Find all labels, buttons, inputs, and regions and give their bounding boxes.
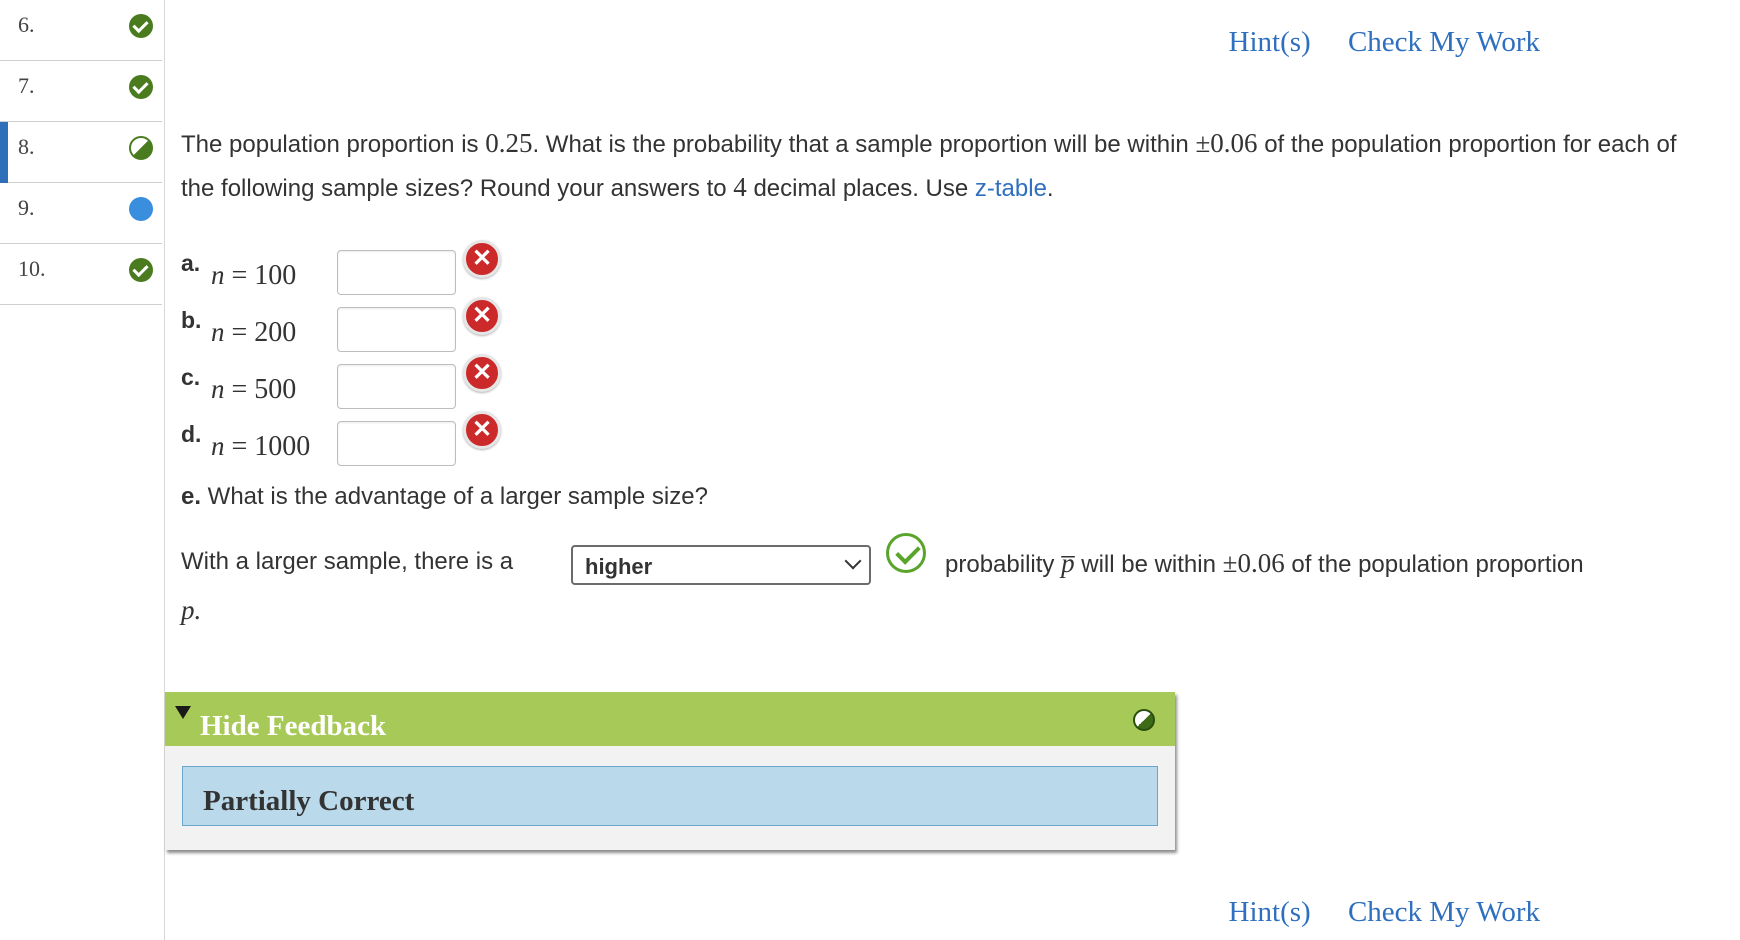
sample-size: = 100	[224, 260, 297, 291]
question-number: 10.	[18, 256, 46, 281]
margin-value: ±0.06	[1195, 128, 1258, 158]
incorrect-x-icon: ✕	[463, 240, 501, 278]
nav-item-10[interactable]: 10.	[0, 244, 162, 305]
nav-item-8[interactable]: 8.	[0, 122, 162, 183]
sentence-text: probability	[945, 551, 1062, 578]
nav-item-7[interactable]: 7.	[0, 61, 162, 122]
chevron-down-icon	[844, 552, 862, 570]
sample-size-equation: n = 500	[211, 374, 296, 406]
sample-size: = 500	[224, 374, 297, 405]
sample-size-equation: n = 100	[211, 260, 296, 292]
correct-check-icon	[129, 75, 153, 99]
sentence-text: will be within	[1074, 551, 1223, 578]
answer-input-b[interactable]	[337, 307, 456, 352]
incorrect-x-icon: ✕	[463, 411, 501, 449]
prompt-text: The population proportion is	[181, 131, 486, 158]
part-c: c. n = 500 ✕	[181, 354, 521, 410]
feedback-result: Partially Correct	[203, 785, 415, 817]
prompt-text: . What is the probability that a sample …	[532, 131, 1196, 158]
n-symbol: n	[211, 431, 225, 461]
dropdown-selected-value: higher	[585, 554, 653, 579]
collapse-triangle-icon	[175, 706, 191, 719]
check-my-work-link[interactable]: Check My Work	[1348, 896, 1540, 928]
hints-link[interactable]: Hint(s)	[1229, 26, 1311, 58]
sentence-start: With a larger sample, there is a	[181, 548, 514, 575]
question-number: 9.	[18, 195, 35, 220]
hide-feedback-toggle[interactable]: Hide Feedback	[200, 710, 386, 743]
sample-size: = 1000	[224, 431, 311, 462]
answer-input-d[interactable]	[337, 421, 456, 466]
answer-input-a[interactable]	[337, 250, 456, 295]
sample-size-equation: n = 200	[211, 317, 296, 349]
part-label: a.	[181, 250, 201, 276]
part-e-text: What is the advantage of a larger sample…	[201, 483, 708, 510]
sentence-text: of the population proportion	[1284, 551, 1584, 578]
z-table-link[interactable]: z-table	[975, 175, 1047, 202]
part-label: c.	[181, 364, 201, 390]
n-symbol: n	[211, 374, 225, 404]
question-number: 6.	[18, 12, 35, 37]
partial-credit-icon	[1133, 709, 1155, 731]
decimal-places-value: 4	[733, 172, 747, 202]
part-e-question: e. What is the advantage of a larger sam…	[181, 483, 708, 511]
sentence-rest: probability p̅ will be within ±0.06 of t…	[945, 548, 1584, 579]
sample-size-equation: n = 1000	[211, 431, 310, 463]
nav-item-6[interactable]: 6.	[0, 0, 162, 61]
partial-credit-icon	[129, 136, 153, 160]
part-d: d. n = 1000 ✕	[181, 411, 521, 467]
p-bar-symbol: p̅	[1061, 548, 1075, 578]
feedback-panel: Hide Feedback Partially Correct	[165, 692, 1175, 850]
bottom-action-links: Hint(s) Check My Work	[1199, 896, 1540, 929]
prompt-text: .	[1046, 175, 1054, 202]
answer-input-c[interactable]	[337, 364, 456, 409]
part-e-sentence: With a larger sample, there is a probabi…	[181, 548, 1711, 579]
unanswered-dot-icon	[129, 197, 153, 221]
probability-dropdown[interactable]: higher	[571, 545, 871, 585]
part-a: a. n = 100 ✕	[181, 240, 521, 296]
incorrect-x-icon: ✕	[463, 297, 501, 335]
nav-item-9[interactable]: 9.	[0, 183, 162, 244]
hints-link[interactable]: Hint(s)	[1229, 896, 1311, 928]
n-symbol: n	[211, 317, 225, 347]
n-symbol: n	[211, 260, 225, 290]
incorrect-x-icon: ✕	[463, 354, 501, 392]
check-my-work-link[interactable]: Check My Work	[1348, 26, 1540, 58]
part-b: b. n = 200 ✕	[181, 297, 521, 353]
part-label: d.	[181, 421, 202, 447]
question-number: 7.	[18, 73, 35, 98]
correct-check-icon	[129, 258, 153, 282]
top-action-links: Hint(s) Check My Work	[1199, 26, 1540, 59]
sample-size: = 200	[224, 317, 297, 348]
part-label: b.	[181, 307, 202, 333]
margin-value: ±0.06	[1222, 548, 1285, 578]
prompt-text: decimal places. Use	[746, 175, 975, 202]
question-prompt: The population proportion is 0.25. What …	[181, 122, 1711, 210]
part-label: e.	[181, 483, 202, 510]
feedback-header[interactable]: Hide Feedback	[165, 692, 1175, 746]
population-proportion-value: 0.25	[485, 128, 533, 158]
question-number: 8.	[18, 134, 35, 159]
question-nav-sidebar: 6. 7. 8. 9. 10.	[0, 0, 165, 940]
correct-check-icon	[129, 14, 153, 38]
population-p-symbol: p.	[181, 595, 202, 625]
feedback-body: Partially Correct	[182, 766, 1158, 826]
correct-check-icon	[886, 533, 926, 573]
